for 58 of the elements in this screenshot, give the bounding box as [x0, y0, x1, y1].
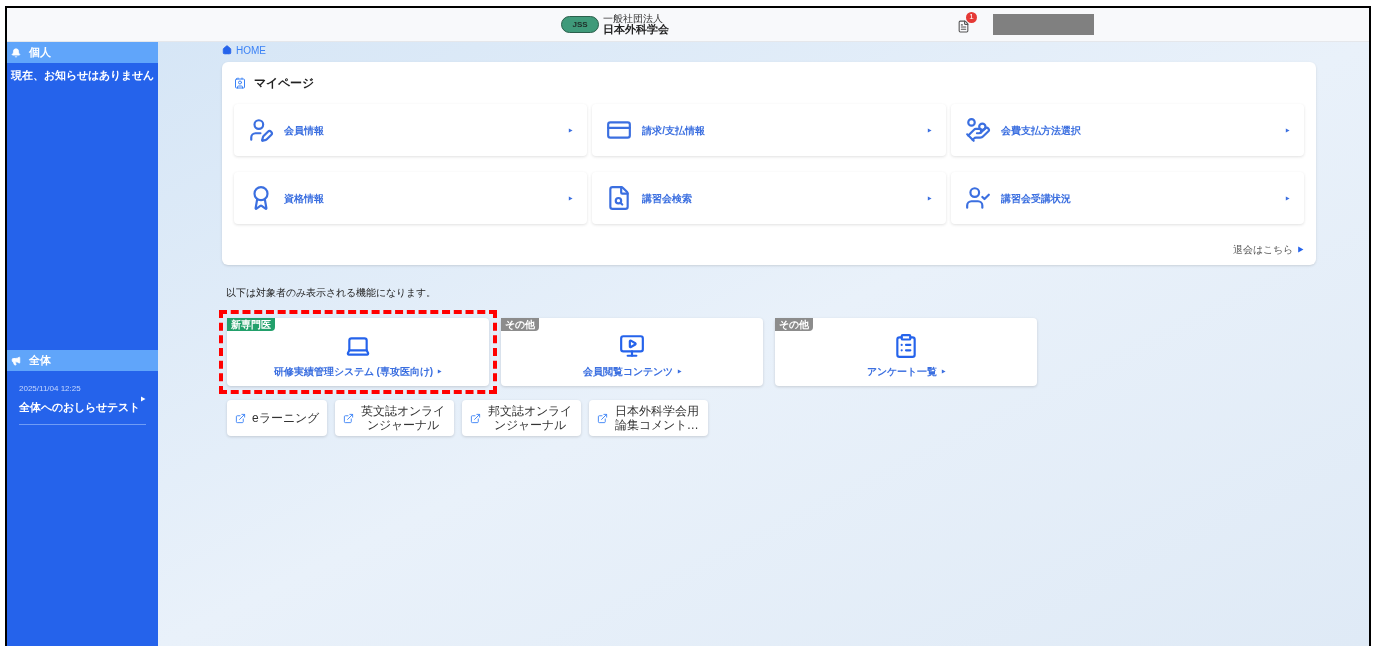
external-link-button[interactable]: eラーニング: [227, 400, 327, 436]
user-edit-icon: [248, 117, 274, 143]
caret-icon: [926, 195, 932, 201]
notice-title: 全体へのおしらせテスト: [19, 400, 140, 415]
caret-icon: [568, 127, 574, 133]
external-link-button[interactable]: 英文誌オンラインジャーナル: [334, 400, 454, 436]
category-tag: その他: [501, 318, 539, 331]
logo-title: 日本外科学会: [603, 24, 669, 35]
menu-item[interactable]: 資格情報: [234, 172, 588, 224]
notification-badge: 1: [966, 11, 977, 23]
menu-item[interactable]: 会費支払方法選択: [950, 104, 1304, 156]
feature-label: アンケート一覧: [866, 365, 937, 379]
external-link-icon: [235, 412, 246, 424]
category-tag: その他: [775, 318, 813, 331]
caret-icon: [1285, 195, 1290, 201]
caret-icon: [1297, 246, 1304, 253]
caret-icon: [940, 369, 946, 374]
external-link-icon: [469, 412, 481, 424]
notice-message: 現在、お知らせはありません: [10, 68, 155, 83]
feature-card[interactable]: 新専門医 研修実績管理システム (専攻医向け): [227, 318, 489, 386]
caret-icon: [676, 369, 682, 374]
feature-card[interactable]: その他 アンケート一覧: [775, 318, 1037, 386]
caret-icon: [1285, 127, 1290, 133]
clipboard-list-icon: [893, 333, 919, 359]
menu-item[interactable]: 講習会受講状況: [950, 172, 1304, 224]
caret-icon: [437, 369, 443, 374]
logo-mark: JSS: [561, 16, 599, 33]
megaphone-icon: [11, 355, 21, 366]
menu-item[interactable]: 請求/支払情報: [592, 104, 946, 156]
category-tag: 新専門医: [227, 318, 275, 331]
withdraw-link[interactable]: 退会はこちら: [1233, 242, 1293, 257]
menu-item[interactable]: 会員情報: [234, 104, 588, 156]
external-link-icon: [342, 412, 354, 424]
caret-icon: [140, 396, 146, 403]
section-title: 全体: [29, 353, 51, 369]
caret-icon: [926, 127, 932, 133]
menu-item[interactable]: 講習会検索: [592, 172, 946, 224]
external-link-button[interactable]: 邦文誌オンラインジャーナル: [461, 400, 581, 436]
notice-text: 以下は対象者のみ表示される機能になります。: [226, 286, 437, 300]
external-link-button[interactable]: 日本外科学会用論集コメント…: [588, 400, 708, 436]
section-title: 個人: [29, 45, 51, 61]
feature-label: 研修実績管理システム (専攻医向け): [273, 365, 434, 379]
breadcrumb-link[interactable]: HOME: [236, 42, 266, 58]
feature-card[interactable]: その他 会員閲覧コンテンツ: [501, 318, 763, 386]
hand-coin-icon: [964, 117, 991, 143]
user-check-icon: [964, 185, 991, 211]
notice-date: 2025/11/04 12:25: [19, 383, 82, 395]
bell-icon: [11, 47, 21, 58]
logo-subtitle: 一般社団法人: [603, 14, 664, 24]
mypage-title: マイページ: [254, 75, 314, 92]
feature-label: 会員閲覧コンテンツ: [582, 365, 673, 379]
notification-button[interactable]: 1: [957, 11, 977, 34]
id-card-icon: [234, 77, 246, 89]
external-link-icon: [596, 412, 608, 424]
home-icon: [222, 45, 232, 55]
notice-item[interactable]: 2025/11/04 12:25 全体へのおしらせテスト: [19, 383, 146, 425]
caret-icon: [568, 195, 574, 201]
document-icon: [957, 18, 970, 34]
